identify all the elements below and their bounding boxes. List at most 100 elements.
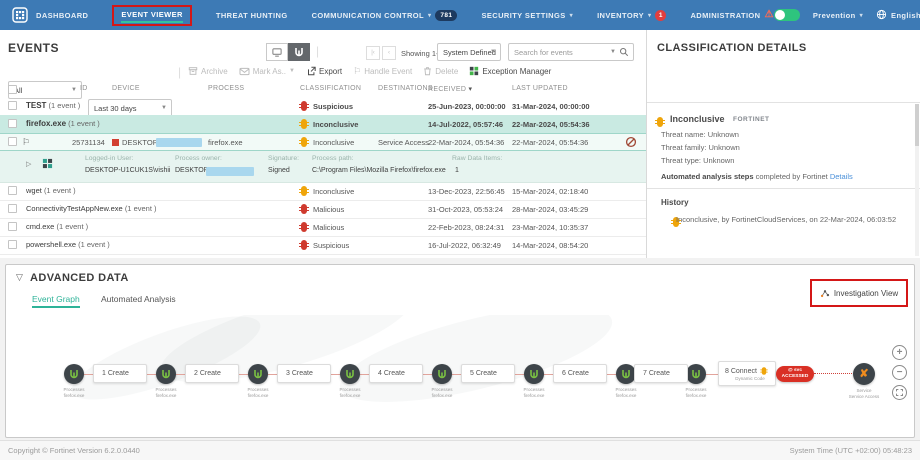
- investigation-view-annotation: Investigation View: [810, 279, 908, 307]
- col-process[interactable]: PROCESS: [208, 85, 244, 92]
- row-checkbox[interactable]: [8, 186, 17, 195]
- nav-dashboard[interactable]: DASHBOARD: [36, 11, 88, 20]
- fortiedr-console: DASHBOARD EVENT VIEWER THREAT HUNTING CO…: [0, 0, 920, 460]
- table-row-selected-group[interactable]: firefox.exe (1 event ) Inconclusive 14-J…: [0, 115, 646, 134]
- mode-selector[interactable]: Prevention▾: [813, 11, 863, 20]
- col-device[interactable]: DEVICE: [112, 85, 140, 92]
- archive-icon: [188, 66, 198, 76]
- row-checkbox[interactable]: [8, 204, 17, 213]
- col-id[interactable]: ID: [80, 85, 88, 92]
- table-row[interactable]: powershell.exe (1 event ) Suspicious 16-…: [0, 236, 646, 255]
- nav-inventory[interactable]: INVENTORY ▾ 1: [597, 10, 666, 21]
- classification-icon: [301, 240, 307, 250]
- process-node[interactable]: [248, 364, 268, 384]
- nav-threat-hunting[interactable]: THREAT HUNTING: [216, 11, 288, 20]
- table-row[interactable]: ConnectivityTestAppNew.exe (1 event ) Ma…: [0, 200, 646, 219]
- zoom-in-button[interactable]: +: [892, 345, 907, 360]
- process-view-button[interactable]: [288, 43, 310, 61]
- table-row[interactable]: wget (1 event ) Inconclusive 13-Dec-2023…: [0, 182, 646, 201]
- service-node[interactable]: ✘: [853, 363, 875, 385]
- row-checkbox[interactable]: [8, 101, 17, 110]
- toggle-knob: [775, 10, 785, 20]
- mark-as-button[interactable]: Mark As.. ▼: [239, 67, 295, 76]
- search-icon[interactable]: [619, 47, 629, 57]
- select-all-checkbox[interactable]: [8, 85, 17, 94]
- collapse-icon[interactable]: ▽: [16, 272, 23, 283]
- row-checkbox[interactable]: [8, 137, 17, 146]
- divider: [647, 188, 920, 189]
- handle-event-button[interactable]: ⚐ Handle Event: [353, 67, 412, 76]
- expander-icon[interactable]: ▷: [26, 160, 31, 168]
- exception-manager-button[interactable]: Exception Manager: [469, 66, 551, 76]
- tab-event-graph[interactable]: Event Graph: [32, 294, 80, 308]
- selected-event-row[interactable]: ⚐ 25731134 DESKTOP- firefox.exe Inconclu…: [0, 133, 646, 151]
- chevron-down-icon: ▾: [428, 12, 431, 19]
- connect-event-box[interactable]: 8 Connect Dynamic Code: [718, 361, 776, 386]
- threat-family: Threat family: Unknown: [661, 143, 740, 152]
- chevron-down-icon[interactable]: ▼: [610, 49, 616, 55]
- process-node[interactable]: [156, 364, 176, 384]
- process-node[interactable]: [616, 364, 636, 384]
- row-checkbox[interactable]: [8, 240, 17, 249]
- table-row[interactable]: TEST (1 event ) Suspicious 25-Jun-2023, …: [0, 97, 646, 116]
- nav-communication-control[interactable]: COMMUNICATION CONTROL ▾ 781: [312, 10, 458, 21]
- divider: [647, 102, 920, 103]
- node-caption: Processesfirefox.exe: [50, 387, 98, 398]
- verdict-label: Inconclusive: [670, 114, 725, 124]
- nav-event-viewer[interactable]: EVENT VIEWER: [121, 10, 182, 19]
- col-last-updated[interactable]: LAST UPDATED: [512, 85, 568, 92]
- process-grid-icon: [42, 158, 53, 171]
- process-node[interactable]: [432, 364, 452, 384]
- col-received[interactable]: RECEIVED ▾: [428, 85, 472, 93]
- process-node[interactable]: [686, 364, 706, 384]
- flag-icon: ⚐: [353, 67, 361, 76]
- list-view-button[interactable]: [266, 43, 288, 61]
- history-title: History: [661, 198, 689, 207]
- classification-icon: [301, 137, 307, 147]
- tab-automated-analysis[interactable]: Automated Analysis: [101, 294, 176, 304]
- event-box[interactable]: 4 Create: [369, 364, 423, 383]
- node-caption: Processesfirefox.exe: [672, 387, 720, 398]
- col-classification[interactable]: CLASSIFICATION: [300, 85, 361, 92]
- process-node[interactable]: [64, 364, 84, 384]
- divider: |: [316, 44, 319, 58]
- event-box[interactable]: 6 Create: [553, 364, 607, 383]
- table-row[interactable]: cmd.exe (1 event ) Malicious 22-Feb-2023…: [0, 218, 646, 237]
- delete-button[interactable]: Delete: [423, 66, 458, 76]
- prevention-mode-toggle[interactable]: [774, 9, 800, 21]
- classification-icon: [301, 119, 307, 129]
- prev-page-button[interactable]: ‹: [382, 46, 396, 60]
- scrollbar-thumb[interactable]: [915, 104, 919, 146]
- event-box[interactable]: 7 Create: [634, 364, 688, 383]
- event-box[interactable]: 1 Create: [93, 364, 147, 383]
- copyright-text: Copyright © Fortinet Version 6.2.0.0440: [8, 446, 140, 455]
- archive-button[interactable]: Archive: [188, 66, 228, 76]
- event-box[interactable]: 3 Create: [277, 364, 331, 383]
- export-button[interactable]: Export: [306, 66, 342, 76]
- search-input[interactable]: [509, 48, 610, 57]
- tools-icon: ✘: [859, 369, 868, 380]
- view-filter-select[interactable]: System Defined▼: [437, 43, 501, 61]
- language-selector[interactable]: English▾: [876, 9, 920, 22]
- target-pill[interactable]: @ svc ACCESSED: [776, 366, 814, 382]
- row-checkbox[interactable]: [8, 222, 17, 231]
- event-box[interactable]: 5 Create: [461, 364, 515, 383]
- status-bar: Copyright © Fortinet Version 6.2.0.0440 …: [0, 440, 920, 460]
- zoom-out-button[interactable]: −: [892, 365, 907, 380]
- row-checkbox[interactable]: [8, 119, 17, 128]
- node-caption: Processesfirefox.exe: [326, 387, 374, 398]
- process-node[interactable]: [524, 364, 544, 384]
- chevron-down-icon: ▼: [490, 49, 496, 55]
- flag-icon[interactable]: ⚐: [22, 137, 30, 148]
- nav-security-settings[interactable]: SECURITY SETTINGS ▾: [481, 11, 573, 20]
- details-link[interactable]: Details: [830, 172, 853, 181]
- investigation-view-button[interactable]: Investigation View: [820, 288, 898, 298]
- monitor-icon: [271, 47, 283, 58]
- process-node[interactable]: [340, 364, 360, 384]
- fit-view-button[interactable]: [892, 385, 907, 400]
- col-destinations[interactable]: DESTINATIONS: [378, 85, 433, 92]
- event-box[interactable]: 2 Create: [185, 364, 239, 383]
- threat-name: Threat name: Unknown: [661, 130, 739, 139]
- nav-administration[interactable]: ADMINISTRATION ⚠: [690, 10, 773, 20]
- first-page-button[interactable]: |‹: [366, 46, 380, 60]
